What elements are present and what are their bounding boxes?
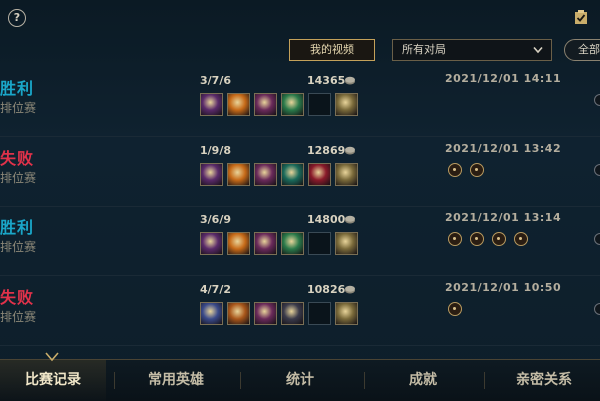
item-icon[interactable] — [335, 93, 358, 116]
tab-divider — [484, 372, 485, 389]
match-date: 2021/12/01 10:50 — [445, 281, 562, 294]
match-gold: 14800 — [307, 213, 346, 226]
row-expand-icon[interactable] — [594, 94, 600, 106]
match-gold: 12869 — [307, 144, 346, 157]
tab-divider — [364, 372, 365, 389]
item-icon[interactable] — [281, 232, 304, 255]
match-kda: 1/9/8 — [200, 144, 231, 157]
match-result: 失败 — [0, 288, 35, 307]
match-filter-value: 所有对局 — [402, 43, 446, 56]
gold-coin-icon — [345, 285, 355, 294]
all-button[interactable]: 全部 — [564, 39, 600, 61]
row-divider — [0, 206, 600, 207]
match-row[interactable]: 胜利 排位赛 3/7/6 14365 2021/12/01 14:11 — [0, 71, 600, 137]
row-expand-icon[interactable] — [594, 233, 600, 245]
item-icon[interactable] — [200, 232, 223, 255]
nav-tab[interactable]: 统计 — [244, 360, 356, 401]
match-row[interactable]: 失败 排位赛 1/9/8 12869 2021/12/01 13:42 — [0, 141, 600, 207]
honor-badge-icon — [448, 232, 462, 246]
item-icon[interactable] — [200, 93, 223, 116]
match-mode: 排位赛 — [0, 240, 37, 254]
my-video-button[interactable]: 我的视频 — [289, 39, 375, 61]
match-kda: 4/7/2 — [200, 283, 231, 296]
honor-badge-icon — [448, 302, 462, 316]
match-kda: 3/6/9 — [200, 213, 231, 226]
item-icon[interactable] — [200, 163, 223, 186]
match-date: 2021/12/01 13:42 — [445, 142, 562, 155]
empty-item-slot[interactable] — [308, 93, 331, 116]
item-icon[interactable] — [281, 163, 304, 186]
match-result: 胜利 — [0, 79, 35, 98]
nav-tab[interactable]: 常用英雄 — [118, 360, 234, 401]
help-icon[interactable]: ? — [8, 9, 26, 27]
active-tab-marker — [45, 352, 59, 362]
item-icon[interactable] — [227, 232, 250, 255]
item-icon[interactable] — [254, 93, 277, 116]
empty-item-slot[interactable] — [308, 232, 331, 255]
match-row[interactable]: 失败 排位赛 4/7/2 10826 2021/12/01 10:50 — [0, 280, 600, 346]
item-icon[interactable] — [254, 302, 277, 325]
honor-badge-icon — [470, 163, 484, 177]
gold-coin-icon — [345, 76, 355, 85]
gold-coin-icon — [345, 215, 355, 224]
item-icon[interactable] — [281, 302, 304, 325]
bottom-nav: 比赛记录 常用英雄 统计 成就 亲密关系 — [0, 359, 600, 401]
tab-divider — [114, 372, 115, 389]
match-filter-select[interactable]: 所有对局 — [392, 39, 552, 61]
item-icon[interactable] — [335, 163, 358, 186]
honor-badge-icon — [470, 232, 484, 246]
item-icon[interactable] — [254, 232, 277, 255]
empty-item-slot[interactable] — [308, 302, 331, 325]
honor-badge-icon — [514, 232, 528, 246]
match-gold: 10826 — [307, 283, 346, 296]
item-icon[interactable] — [254, 163, 277, 186]
row-divider — [0, 136, 600, 137]
match-kda: 3/7/6 — [200, 74, 231, 87]
match-date: 2021/12/01 13:14 — [445, 211, 562, 224]
item-icon[interactable] — [227, 163, 250, 186]
nav-tab[interactable]: 成就 — [368, 360, 478, 401]
item-icon[interactable] — [335, 232, 358, 255]
row-expand-icon[interactable] — [594, 303, 600, 315]
nav-tab[interactable]: 比赛记录 — [0, 360, 106, 401]
checklist-icon[interactable] — [573, 9, 589, 25]
match-row[interactable]: 胜利 排位赛 3/6/9 14800 2021/12/01 13:14 — [0, 210, 600, 276]
match-result: 胜利 — [0, 218, 35, 237]
nav-tab[interactable]: 亲密关系 — [488, 360, 600, 401]
item-icon[interactable] — [227, 93, 250, 116]
match-gold: 14365 — [307, 74, 346, 87]
match-mode: 排位赛 — [0, 171, 37, 185]
match-mode: 排位赛 — [0, 101, 37, 115]
item-icon[interactable] — [281, 93, 304, 116]
item-icon[interactable] — [200, 302, 223, 325]
match-result: 失败 — [0, 149, 35, 168]
gold-coin-icon — [345, 146, 355, 155]
match-mode: 排位赛 — [0, 310, 37, 324]
item-icon[interactable] — [308, 163, 331, 186]
honor-badge-icon — [492, 232, 506, 246]
honor-badge-icon — [448, 163, 462, 177]
item-icon[interactable] — [335, 302, 358, 325]
item-icon[interactable] — [227, 302, 250, 325]
tab-divider — [240, 372, 241, 389]
row-expand-icon[interactable] — [594, 164, 600, 176]
row-divider — [0, 345, 600, 346]
row-divider — [0, 275, 600, 276]
chevron-down-icon — [533, 46, 543, 54]
match-date: 2021/12/01 14:11 — [445, 72, 562, 85]
